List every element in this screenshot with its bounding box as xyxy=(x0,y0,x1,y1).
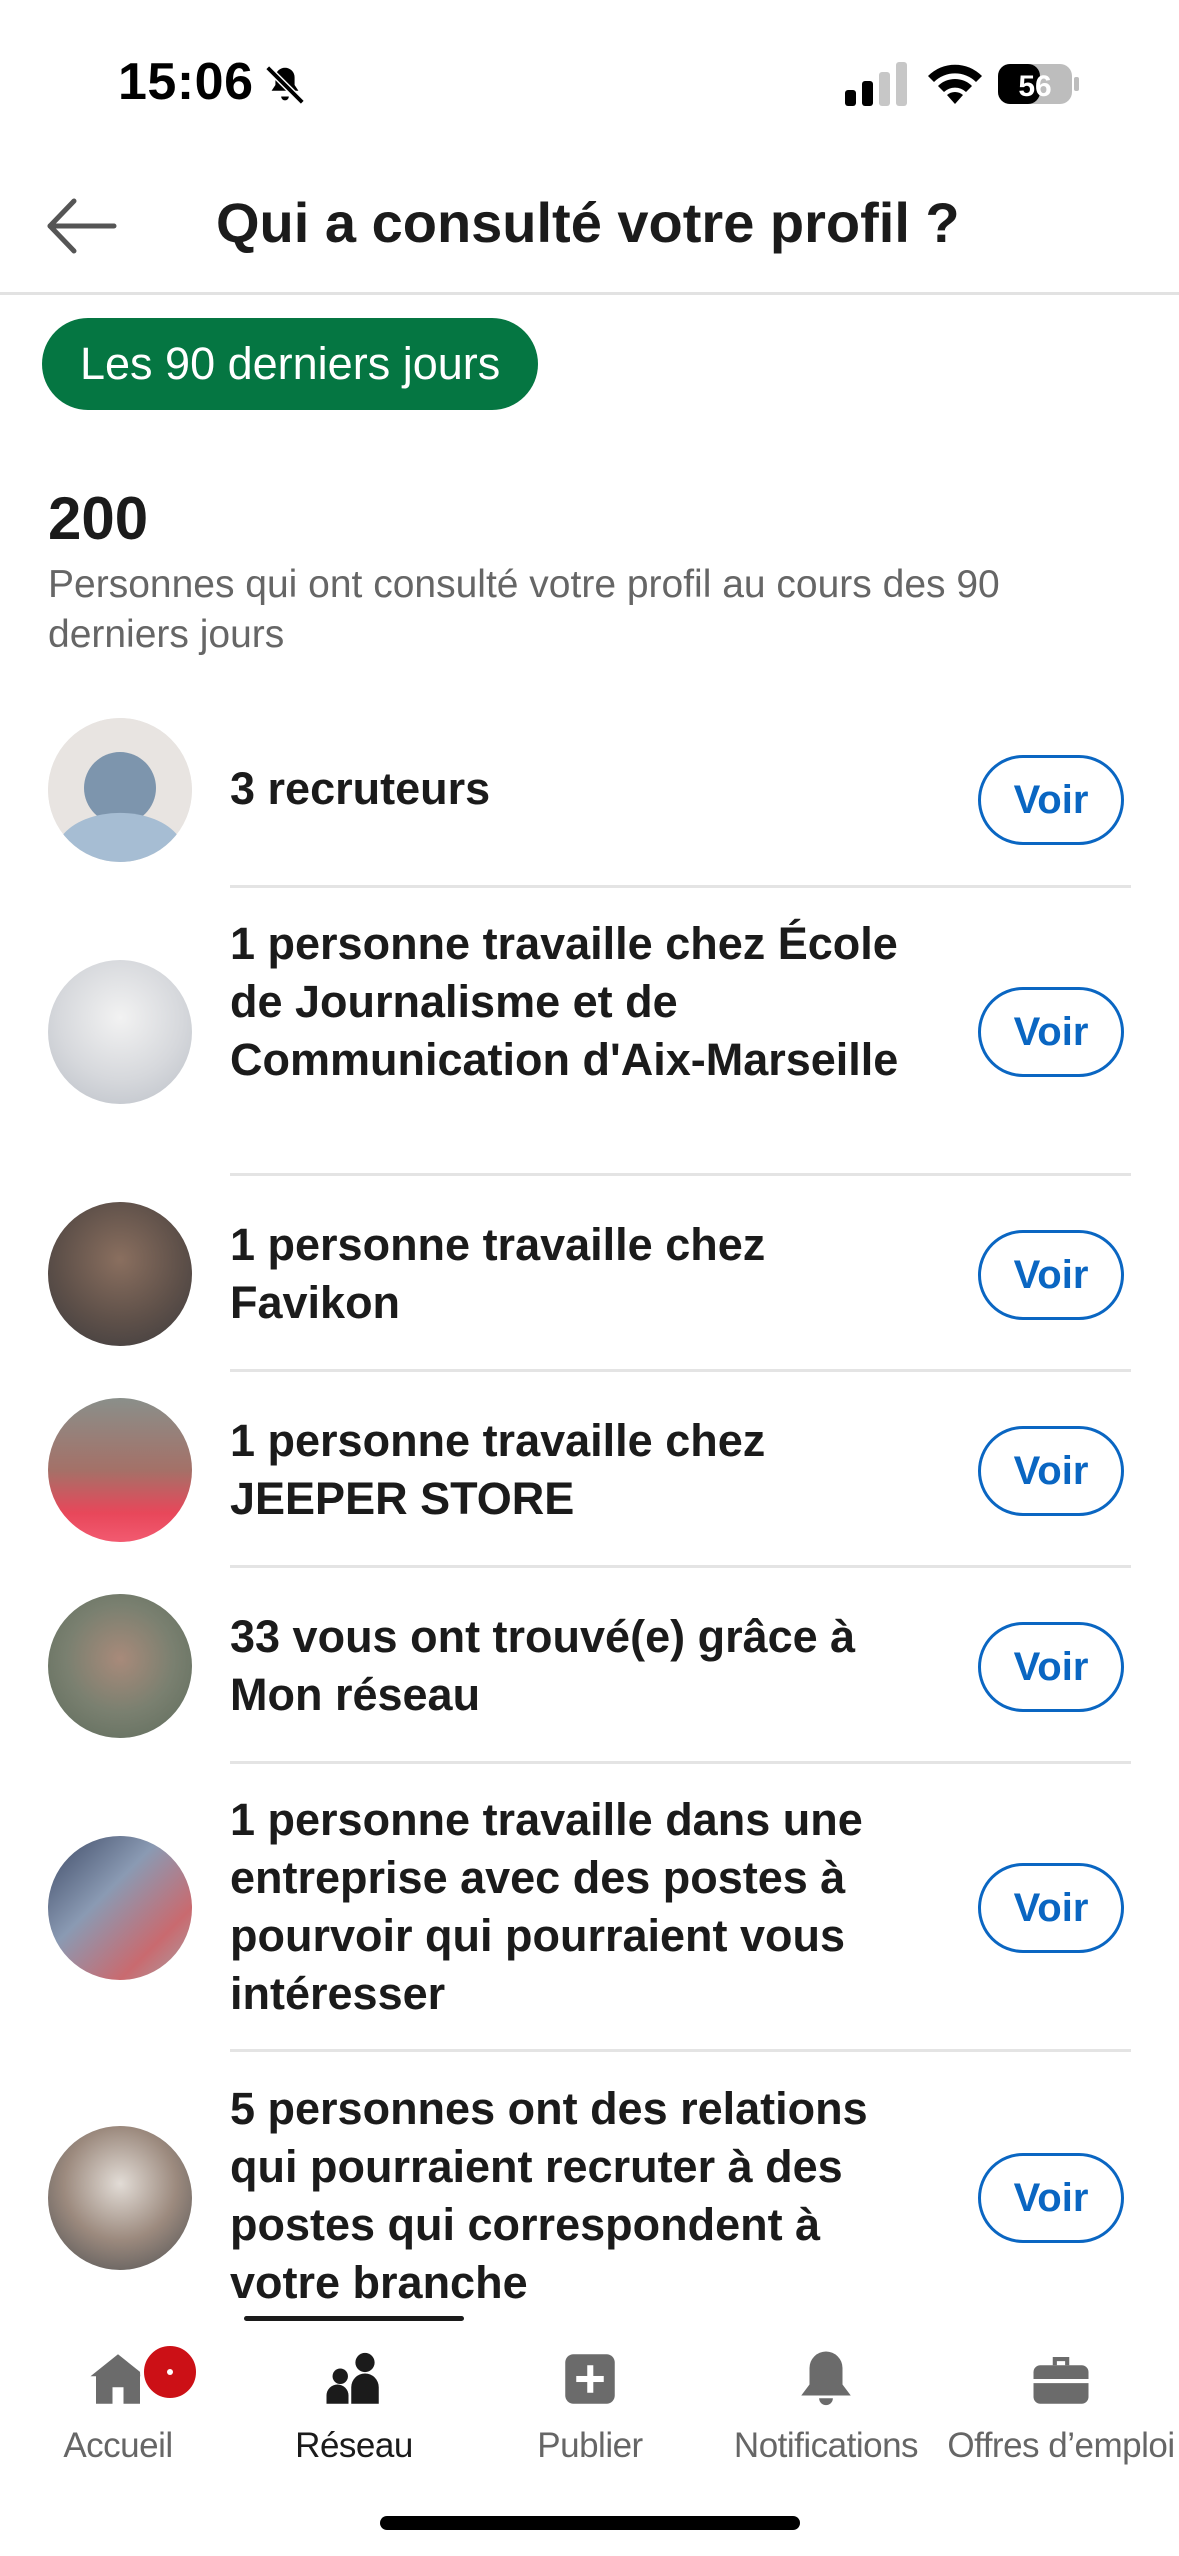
nav-label: Accueil xyxy=(63,2426,173,2465)
voir-button[interactable]: Voir xyxy=(978,987,1124,1077)
avatar xyxy=(48,1398,192,1542)
list-item[interactable]: 33 vous ont trouvé(e) grâce à Mon réseau… xyxy=(0,1568,1179,1764)
nav-item-accueil[interactable]: Accueil xyxy=(0,2326,236,2486)
nav-label: Publier xyxy=(537,2426,643,2465)
nav-label: Notifications xyxy=(733,2426,919,2465)
list-item[interactable]: 1 personne travaille dans une entreprise… xyxy=(0,1764,1179,2052)
person-placeholder-icon xyxy=(48,718,192,862)
viewer-count-description: Personnes qui ont consulté votre profil … xyxy=(48,563,1000,656)
page-title: Qui a consulté votre profil ? xyxy=(216,191,960,254)
viewer-list: 3 recruteurs Voir 1 personne travaille c… xyxy=(0,690,1179,2342)
battery-icon: 56 xyxy=(998,64,1079,104)
list-item-text: 5 personnes ont des relations qui pourra… xyxy=(230,2083,868,2308)
voir-button[interactable]: Voir xyxy=(978,1863,1124,1953)
avatar xyxy=(48,960,192,1104)
status-time: 15:06 xyxy=(118,53,254,111)
list-item-text: 1 personne travaille chez Favikon xyxy=(230,1219,766,1328)
list-item[interactable]: 1 personne travaille chez Favikon Voir xyxy=(0,1176,1179,1372)
nav-item-notifications[interactable]: Notifications xyxy=(708,2326,944,2486)
bell-icon xyxy=(801,2351,851,2406)
avatar xyxy=(48,1836,192,1980)
list-item-text: 1 personne travaille dans une entreprise… xyxy=(230,1794,863,2019)
voir-button[interactable]: Voir xyxy=(978,2153,1124,2243)
plus-icon xyxy=(565,2354,615,2404)
home-indicator xyxy=(380,2516,800,2530)
list-item[interactable]: 3 recruteurs Voir xyxy=(0,690,1179,888)
nav-label: Offres d’emploi xyxy=(947,2426,1175,2465)
voir-button[interactable]: Voir xyxy=(978,1426,1124,1516)
avatar xyxy=(48,1202,192,1346)
back-arrow-icon[interactable] xyxy=(44,195,120,257)
battery-level: 56 xyxy=(1018,70,1051,103)
list-item-text: 3 recruteurs xyxy=(230,763,491,814)
bell-off-icon xyxy=(265,65,305,105)
header: Qui a consulté votre profil ? xyxy=(0,160,1179,295)
notification-badge xyxy=(140,2342,200,2402)
avatar xyxy=(48,1594,192,1738)
status-bar: 15:06 56 xyxy=(0,0,1179,160)
voir-button[interactable]: Voir xyxy=(978,1622,1124,1712)
date-range-filter[interactable]: Les 90 derniers jours xyxy=(42,318,539,410)
list-item[interactable]: 5 personnes ont des relations qui pourra… xyxy=(0,2052,1179,2342)
voir-button[interactable]: Voir xyxy=(978,1230,1124,1320)
network-icon xyxy=(326,2352,379,2404)
list-item-text: 1 personne travaille chez École de Journ… xyxy=(230,918,899,1085)
list-item-text: 33 vous ont trouvé(e) grâce à Mon réseau xyxy=(230,1611,856,1720)
wifi-icon xyxy=(928,64,982,104)
nav-item-offres-emploi[interactable]: Offres d’emploi xyxy=(943,2326,1179,2486)
list-item[interactable]: 1 personne travaille chez JEEPER STORE V… xyxy=(0,1372,1179,1568)
avatar xyxy=(48,718,192,862)
list-item[interactable]: 1 personne travaille chez École de Journ… xyxy=(0,888,1179,1176)
active-tab-indicator xyxy=(244,2316,464,2321)
viewer-count: 200 xyxy=(48,485,149,552)
list-item-text: 1 personne travaille chez JEEPER STORE xyxy=(230,1415,766,1524)
cellular-signal-icon xyxy=(845,62,907,106)
briefcase-icon xyxy=(1033,2357,1089,2404)
voir-button[interactable]: Voir xyxy=(978,755,1124,845)
avatar xyxy=(48,2126,192,2270)
nav-label: Réseau xyxy=(295,2426,413,2465)
nav-item-reseau[interactable]: Réseau xyxy=(236,2326,472,2486)
nav-item-publier[interactable]: Publier xyxy=(472,2326,708,2486)
